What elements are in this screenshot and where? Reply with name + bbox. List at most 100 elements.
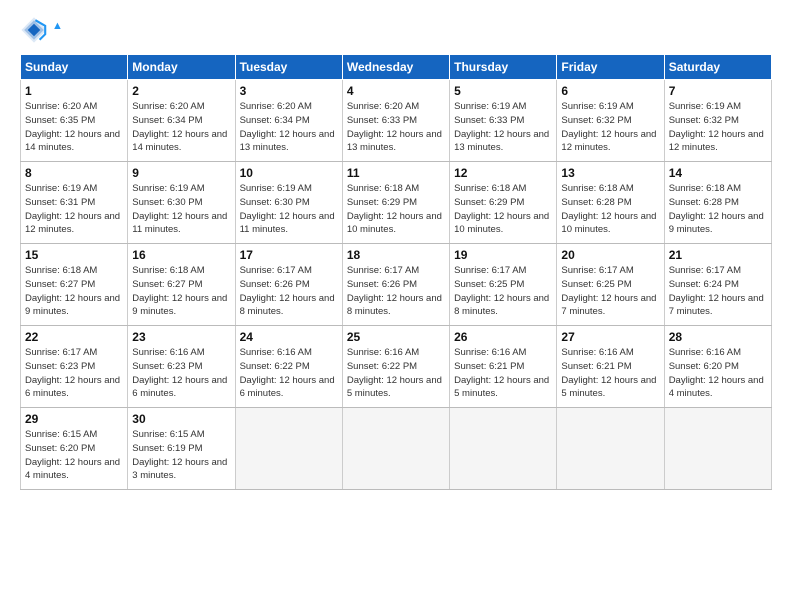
day-number: 4: [347, 84, 445, 98]
day-info: Sunrise: 6:17 AMSunset: 6:24 PMDaylight:…: [669, 264, 767, 319]
day-number: 11: [347, 166, 445, 180]
day-info: Sunrise: 6:16 AMSunset: 6:21 PMDaylight:…: [454, 346, 552, 401]
day-number: 22: [25, 330, 123, 344]
page: ▲ Sunday Monday Tuesday Wednesday Thursd…: [0, 0, 792, 612]
day-number: 25: [347, 330, 445, 344]
day-info: Sunrise: 6:16 AMSunset: 6:20 PMDaylight:…: [669, 346, 767, 401]
header-thursday: Thursday: [450, 55, 557, 80]
day-info: Sunrise: 6:19 AMSunset: 6:33 PMDaylight:…: [454, 100, 552, 155]
calendar-cell: 30 Sunrise: 6:15 AMSunset: 6:19 PMDayligh…: [128, 408, 235, 490]
calendar-cell: 20 Sunrise: 6:17 AMSunset: 6:25 PMDayligh…: [557, 244, 664, 326]
calendar-cell: 10 Sunrise: 6:19 AMSunset: 6:30 PMDayligh…: [235, 162, 342, 244]
calendar-cell: 1 Sunrise: 6:20 AMSunset: 6:35 PMDaylight…: [21, 80, 128, 162]
day-info: Sunrise: 6:20 AMSunset: 6:34 PMDaylight:…: [132, 100, 230, 155]
calendar-cell: [664, 408, 771, 490]
calendar-cell: 27 Sunrise: 6:16 AMSunset: 6:21 PMDayligh…: [557, 326, 664, 408]
header-monday: Monday: [128, 55, 235, 80]
day-info: Sunrise: 6:20 AMSunset: 6:35 PMDaylight:…: [25, 100, 123, 155]
day-info: Sunrise: 6:19 AMSunset: 6:31 PMDaylight:…: [25, 182, 123, 237]
day-number: 14: [669, 166, 767, 180]
week-row-1: 1 Sunrise: 6:20 AMSunset: 6:35 PMDaylight…: [21, 80, 772, 162]
calendar-cell: 5 Sunrise: 6:19 AMSunset: 6:33 PMDaylight…: [450, 80, 557, 162]
week-row-3: 15Sunrise: 6:18 AMSunset: 6:27 PMDayligh…: [21, 244, 772, 326]
day-info: Sunrise: 6:19 AMSunset: 6:32 PMDaylight:…: [561, 100, 659, 155]
day-info: Sunrise: 6:20 AMSunset: 6:34 PMDaylight:…: [240, 100, 338, 155]
day-number: 16: [132, 248, 230, 262]
day-info: Sunrise: 6:19 AMSunset: 6:30 PMDaylight:…: [240, 182, 338, 237]
day-number: 7: [669, 84, 767, 98]
header-friday: Friday: [557, 55, 664, 80]
header-saturday: Saturday: [664, 55, 771, 80]
day-number: 9: [132, 166, 230, 180]
day-number: 17: [240, 248, 338, 262]
day-number: 13: [561, 166, 659, 180]
header: ▲: [20, 16, 772, 44]
calendar-cell: [557, 408, 664, 490]
day-info: Sunrise: 6:16 AMSunset: 6:22 PMDaylight:…: [347, 346, 445, 401]
header-wednesday: Wednesday: [342, 55, 449, 80]
day-info: Sunrise: 6:18 AMSunset: 6:27 PMDaylight:…: [132, 264, 230, 319]
calendar-cell: 22 Sunrise: 6:17 AMSunset: 6:23 PMDayligh…: [21, 326, 128, 408]
day-info: Sunrise: 6:18 AMSunset: 6:27 PMDaylight:…: [25, 264, 123, 319]
day-number: 23: [132, 330, 230, 344]
day-number: 19: [454, 248, 552, 262]
calendar-cell: 28Sunrise: 6:16 AMSunset: 6:20 PMDayligh…: [664, 326, 771, 408]
day-info: Sunrise: 6:16 AMSunset: 6:22 PMDaylight:…: [240, 346, 338, 401]
day-number: 8: [25, 166, 123, 180]
calendar-cell: 11 Sunrise: 6:18 AMSunset: 6:29 PMDayligh…: [342, 162, 449, 244]
day-number: 30: [132, 412, 230, 426]
calendar-cell: 6 Sunrise: 6:19 AMSunset: 6:32 PMDaylight…: [557, 80, 664, 162]
weekday-header-row: Sunday Monday Tuesday Wednesday Thursday…: [21, 55, 772, 80]
calendar-cell: 15Sunrise: 6:18 AMSunset: 6:27 PMDayligh…: [21, 244, 128, 326]
calendar-cell: 2 Sunrise: 6:20 AMSunset: 6:34 PMDaylight…: [128, 80, 235, 162]
day-number: 24: [240, 330, 338, 344]
day-info: Sunrise: 6:16 AMSunset: 6:23 PMDaylight:…: [132, 346, 230, 401]
calendar-cell: 19 Sunrise: 6:17 AMSunset: 6:25 PMDayligh…: [450, 244, 557, 326]
calendar-cell: 23 Sunrise: 6:16 AMSunset: 6:23 PMDayligh…: [128, 326, 235, 408]
day-number: 1: [25, 84, 123, 98]
day-number: 12: [454, 166, 552, 180]
day-info: Sunrise: 6:15 AMSunset: 6:19 PMDaylight:…: [132, 428, 230, 483]
week-row-4: 22 Sunrise: 6:17 AMSunset: 6:23 PMDayligh…: [21, 326, 772, 408]
logo: ▲: [20, 16, 63, 44]
day-info: Sunrise: 6:15 AMSunset: 6:20 PMDaylight:…: [25, 428, 123, 483]
day-number: 21: [669, 248, 767, 262]
day-number: 3: [240, 84, 338, 98]
calendar-cell: 29 Sunrise: 6:15 AMSunset: 6:20 PMDayligh…: [21, 408, 128, 490]
day-info: Sunrise: 6:19 AMSunset: 6:30 PMDaylight:…: [132, 182, 230, 237]
day-info: Sunrise: 6:17 AMSunset: 6:25 PMDaylight:…: [561, 264, 659, 319]
week-row-2: 8 Sunrise: 6:19 AMSunset: 6:31 PMDaylight…: [21, 162, 772, 244]
calendar-cell: 18Sunrise: 6:17 AMSunset: 6:26 PMDayligh…: [342, 244, 449, 326]
calendar-cell: 13 Sunrise: 6:18 AMSunset: 6:28 PMDayligh…: [557, 162, 664, 244]
day-number: 20: [561, 248, 659, 262]
day-number: 29: [25, 412, 123, 426]
day-number: 2: [132, 84, 230, 98]
day-info: Sunrise: 6:18 AMSunset: 6:28 PMDaylight:…: [561, 182, 659, 237]
day-info: Sunrise: 6:18 AMSunset: 6:29 PMDaylight:…: [347, 182, 445, 237]
day-info: Sunrise: 6:17 AMSunset: 6:26 PMDaylight:…: [240, 264, 338, 319]
logo-line1: ▲: [52, 20, 63, 40]
day-number: 10: [240, 166, 338, 180]
calendar-cell: [235, 408, 342, 490]
calendar-cell: 21 Sunrise: 6:17 AMSunset: 6:24 PMDayligh…: [664, 244, 771, 326]
day-number: 6: [561, 84, 659, 98]
day-number: 5: [454, 84, 552, 98]
day-info: Sunrise: 6:17 AMSunset: 6:25 PMDaylight:…: [454, 264, 552, 319]
calendar-cell: 25 Sunrise: 6:16 AMSunset: 6:22 PMDayligh…: [342, 326, 449, 408]
week-row-5: 29 Sunrise: 6:15 AMSunset: 6:20 PMDayligh…: [21, 408, 772, 490]
day-info: Sunrise: 6:18 AMSunset: 6:28 PMDaylight:…: [669, 182, 767, 237]
day-info: Sunrise: 6:17 AMSunset: 6:26 PMDaylight:…: [347, 264, 445, 319]
calendar-cell: 9 Sunrise: 6:19 AMSunset: 6:30 PMDaylight…: [128, 162, 235, 244]
calendar-cell: [342, 408, 449, 490]
calendar-cell: 8 Sunrise: 6:19 AMSunset: 6:31 PMDaylight…: [21, 162, 128, 244]
day-number: 26: [454, 330, 552, 344]
day-info: Sunrise: 6:19 AMSunset: 6:32 PMDaylight:…: [669, 100, 767, 155]
calendar-cell: 24 Sunrise: 6:16 AMSunset: 6:22 PMDayligh…: [235, 326, 342, 408]
day-number: 27: [561, 330, 659, 344]
day-info: Sunrise: 6:17 AMSunset: 6:23 PMDaylight:…: [25, 346, 123, 401]
calendar-cell: 26 Sunrise: 6:16 AMSunset: 6:21 PMDayligh…: [450, 326, 557, 408]
calendar-cell: 14 Sunrise: 6:18 AMSunset: 6:28 PMDayligh…: [664, 162, 771, 244]
day-info: Sunrise: 6:16 AMSunset: 6:21 PMDaylight:…: [561, 346, 659, 401]
logo-icon: [20, 16, 48, 44]
calendar-cell: 12Sunrise: 6:18 AMSunset: 6:29 PMDayligh…: [450, 162, 557, 244]
